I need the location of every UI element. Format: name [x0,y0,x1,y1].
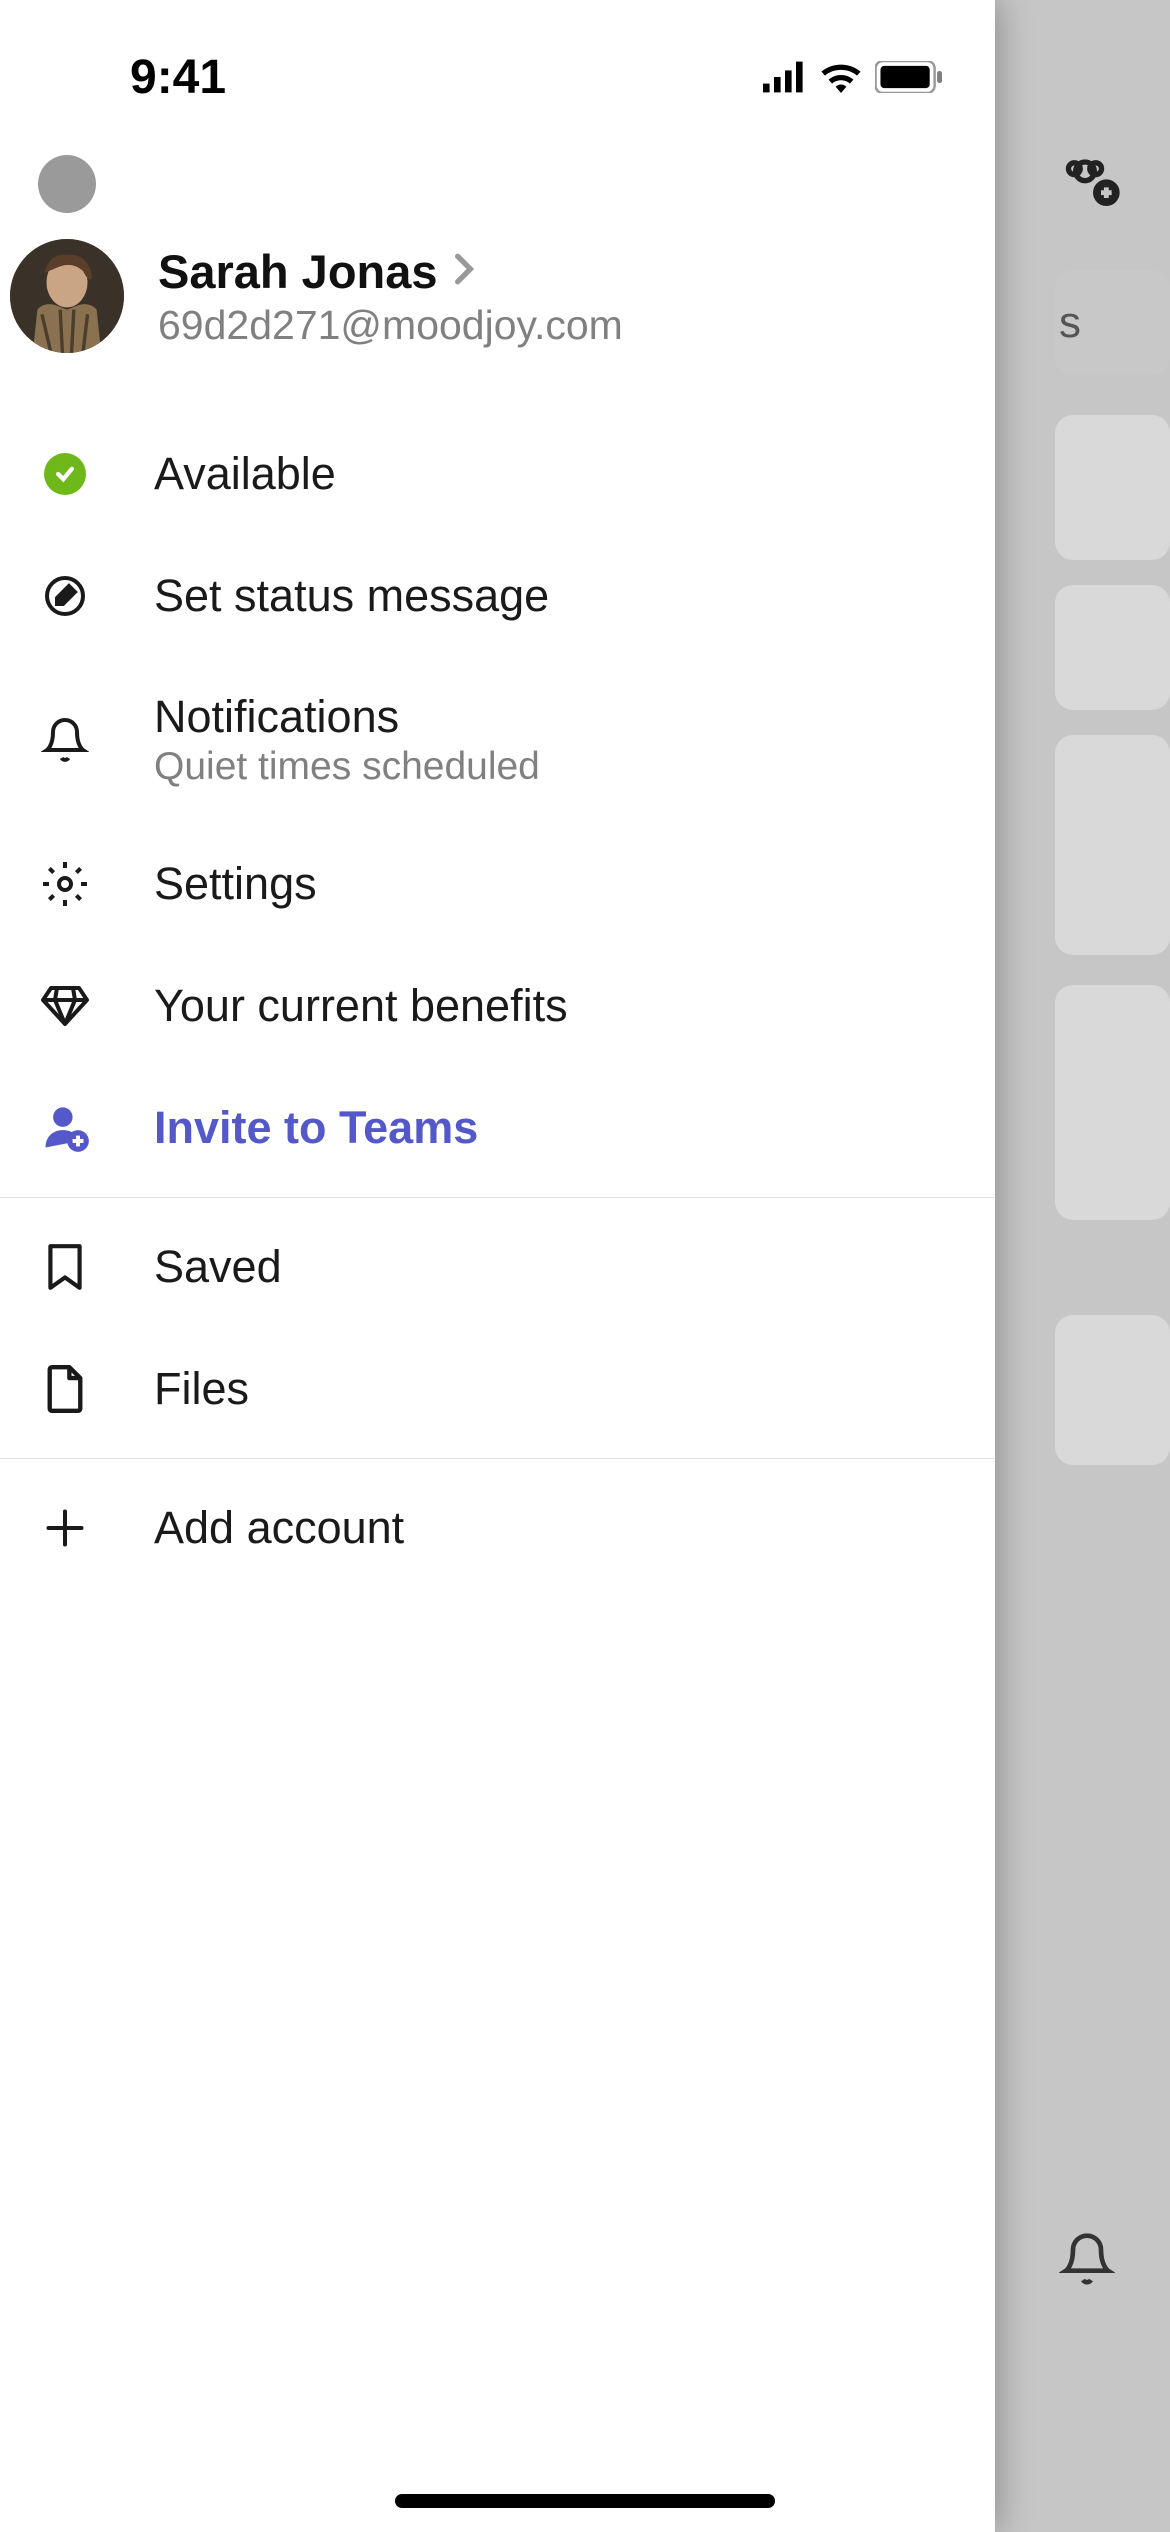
menu-label: Files [154,1363,957,1415]
cellular-icon [763,50,807,105]
menu-label: Settings [154,858,957,910]
bell-icon [38,713,92,767]
invite-person-icon [38,1101,92,1155]
bg-card [1055,1315,1170,1465]
battery-icon [875,50,945,105]
menu-item-settings[interactable]: Settings [0,823,995,945]
profile-drawer: 9:41 [0,0,995,2532]
menu-item-benefits[interactable]: Your current benefits [0,945,995,1067]
status-time: 9:41 [130,50,226,105]
menu-label: Saved [154,1241,957,1293]
bg-card: s [1055,270,1170,375]
menu-item-add-account[interactable]: Add account [0,1467,995,1589]
menu-item-files[interactable]: Files [0,1328,995,1450]
bg-card [1055,985,1170,1220]
file-icon [38,1362,92,1416]
menu-label: Add account [154,1502,957,1554]
menu-item-status-message[interactable]: Set status message [0,535,995,657]
status-bar: 9:41 [0,0,995,125]
available-status-icon [38,447,92,501]
bg-card [1055,415,1170,560]
divider [0,1458,995,1459]
menu-list: Available Set status message [0,413,995,1589]
menu-item-notifications[interactable]: Notifications Quiet times scheduled [0,657,995,823]
bg-card [1055,735,1170,955]
wifi-icon [819,50,863,105]
gear-icon [38,857,92,911]
home-indicator[interactable] [395,2494,775,2508]
diamond-icon [38,979,92,1033]
menu-item-invite[interactable]: Invite to Teams [0,1067,995,1189]
plus-icon [38,1501,92,1555]
menu-label: Available [154,448,957,500]
divider [0,1197,995,1198]
menu-label: Your current benefits [154,980,957,1032]
bell-icon [1059,2231,1115,2292]
menu-label: Notifications [154,691,957,743]
menu-label: Invite to Teams [154,1102,957,1154]
bookmark-icon [38,1240,92,1294]
background-cards: s [1055,270,1170,1490]
profile-email: 69d2d271@moodjoy.com [158,302,957,349]
status-icons [763,50,945,105]
menu-item-available[interactable]: Available [0,413,995,535]
bg-card [1055,585,1170,710]
team-plus-icon [1061,150,1125,219]
menu-label: Set status message [154,570,957,622]
profile-header[interactable]: Sarah Jonas 69d2d271@moodjoy.com [0,213,995,379]
menu-sublabel: Quiet times scheduled [154,745,957,789]
account-indicator-circle[interactable] [38,155,96,213]
user-avatar [10,239,124,353]
profile-name: Sarah Jonas [158,244,438,299]
background-obscured-content: s [990,0,1170,2532]
edit-status-icon [38,569,92,623]
menu-item-saved[interactable]: Saved [0,1206,995,1328]
chevron-right-icon [452,252,476,291]
